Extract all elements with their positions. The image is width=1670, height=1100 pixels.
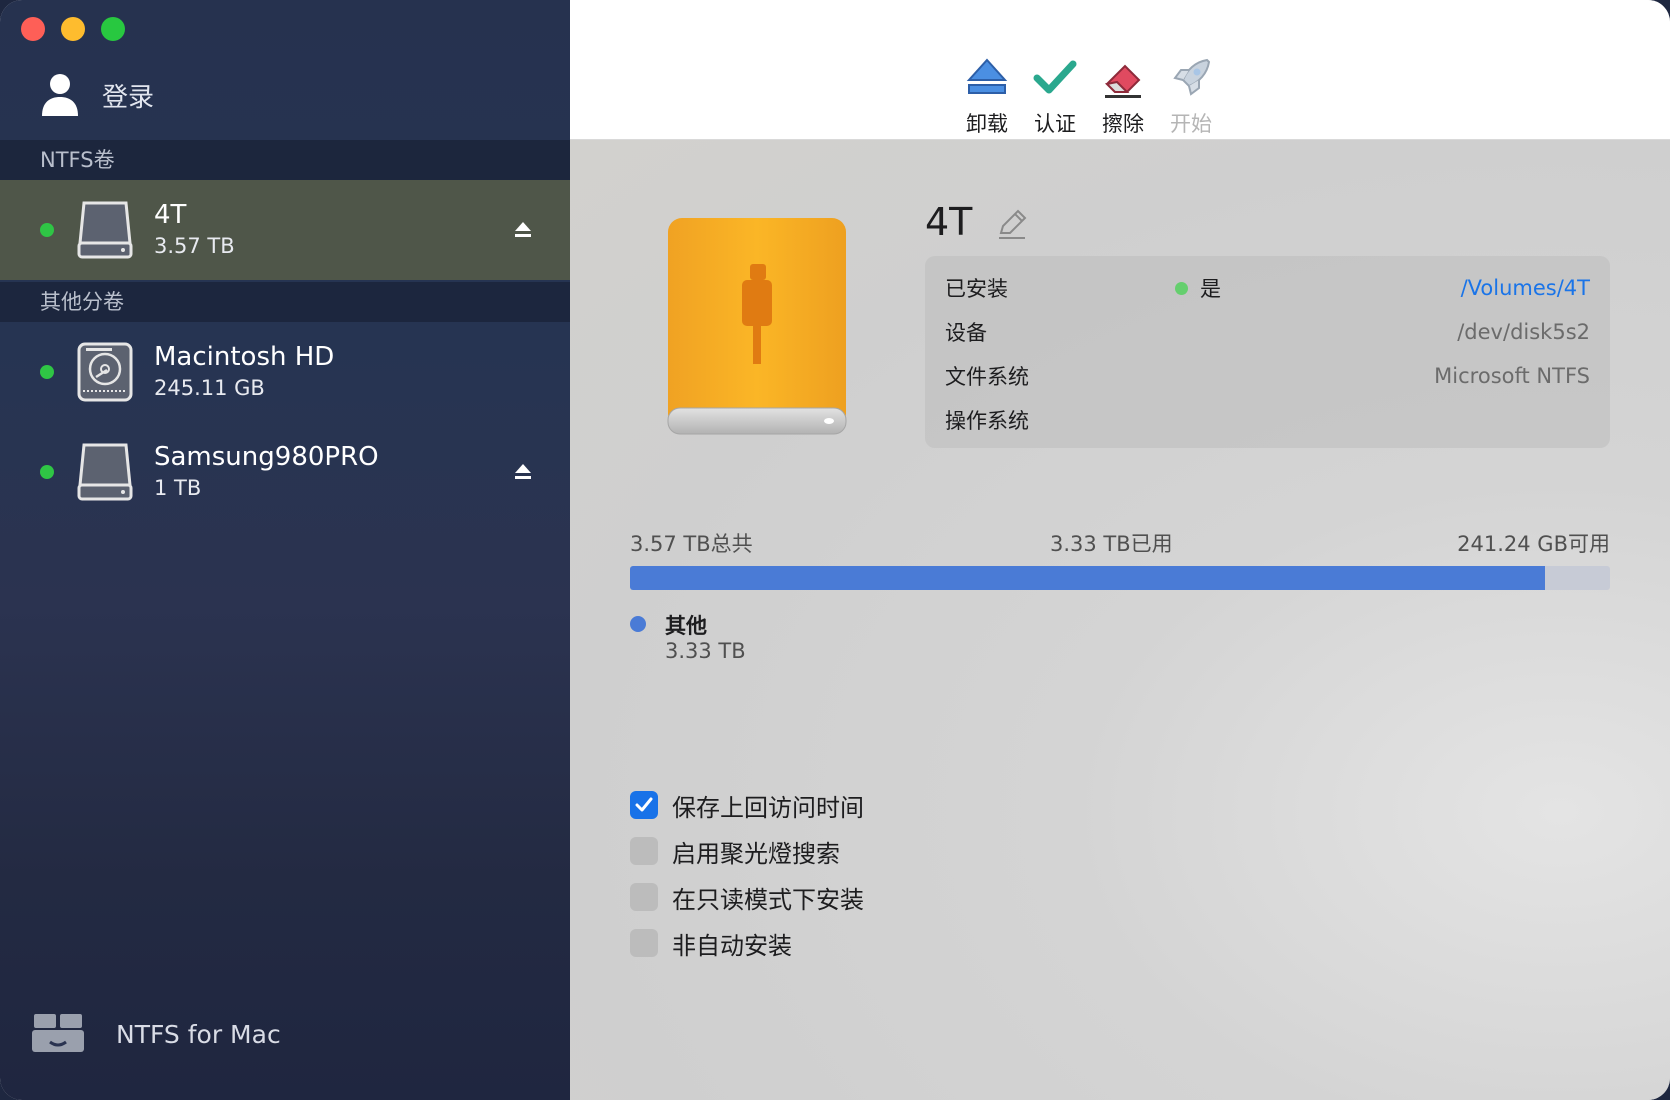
login-button[interactable]: 登录: [40, 72, 154, 118]
verify-label: 认证: [1034, 112, 1076, 136]
verify-button[interactable]: 认证: [1022, 56, 1088, 138]
option-label: 在只读模式下安装: [672, 885, 864, 914]
start-label: 开始: [1170, 112, 1212, 136]
window-controls: [21, 17, 125, 41]
sidebar-volume-samsung980pro[interactable]: Samsung980PRO 1 TB: [0, 422, 570, 522]
external-drive-icon: [77, 201, 133, 259]
checkbox[interactable]: [630, 929, 658, 957]
usage-used: 3.33 TB已用: [1050, 532, 1173, 556]
unmount-label: 卸载: [966, 112, 1008, 136]
mount-options: 保存上回访问时间 启用聚光燈搜索 在只读模式下安装 非自动安装: [630, 782, 864, 966]
checkbox[interactable]: [630, 883, 658, 911]
status-dot: [40, 465, 54, 479]
volume-size: 3.57 TB: [154, 234, 235, 258]
erase-button[interactable]: 擦除: [1090, 56, 1156, 138]
main-panel: 卸载 认证 擦除 开始 4T 已安装 是 /Volumes/4T 设备 /dev…: [570, 0, 1670, 1100]
status-dot: [40, 365, 54, 379]
option-label: 启用聚光燈搜索: [672, 839, 840, 868]
section-header-ntfs: NTFS卷: [0, 140, 570, 180]
info-row-device: 设备 /dev/disk5s2: [945, 310, 1590, 354]
volume-name: Macintosh HD: [154, 342, 335, 372]
start-button[interactable]: 开始: [1158, 56, 1224, 138]
usage-total: 3.57 TB总共: [630, 532, 753, 556]
volume-title: 4T: [925, 200, 973, 244]
option-no-auto-mount[interactable]: 非自动安装: [630, 920, 864, 966]
option-label: 非自动安装: [672, 931, 792, 960]
login-label: 登录: [102, 82, 155, 113]
usage-bar: [630, 566, 1610, 590]
close-window-button[interactable]: [21, 17, 45, 41]
device-label: 设备: [945, 321, 987, 345]
user-icon: [42, 74, 78, 116]
device-value: /dev/disk5s2: [1457, 320, 1590, 344]
unmount-button[interactable]: 卸载: [954, 56, 1020, 138]
legend-size: 3.33 TB: [665, 639, 746, 663]
zoom-window-button[interactable]: [101, 17, 125, 41]
volume-name: 4T: [154, 200, 187, 230]
mount-path-link[interactable]: /Volumes/4T: [1461, 276, 1590, 300]
checkmark-icon: [1033, 60, 1077, 94]
checkbox[interactable]: [630, 791, 658, 819]
os-label: 操作系统: [945, 409, 1029, 433]
toolbar: 卸载 认证 擦除 开始: [570, 0, 1670, 140]
volume-name: Samsung980PRO: [154, 442, 379, 472]
option-label: 保存上回访问时间: [672, 793, 864, 822]
status-dot: [40, 223, 54, 237]
volume-detail: 4T 已安装 是 /Volumes/4T 设备 /dev/disk5s2 文件系…: [570, 140, 1670, 1100]
volume-size: 1 TB: [154, 476, 202, 500]
usage-labels: 3.57 TB总共 3.33 TB已用 241.24 GB可用: [630, 528, 1610, 558]
filesystem-label: 文件系统: [945, 365, 1029, 389]
sidebar-volume-macintosh-hd[interactable]: Macintosh HD 245.11 GB: [0, 322, 570, 422]
drives-stack-icon: [32, 1014, 84, 1052]
info-row-os: 操作系统: [945, 398, 1590, 442]
usage-free: 241.24 GB可用: [1457, 532, 1610, 556]
mounted-value: 是: [1200, 277, 1221, 301]
usage-bar-fill: [630, 566, 1546, 590]
eject-icon[interactable]: [512, 461, 534, 483]
minimize-window-button[interactable]: [61, 17, 85, 41]
external-drive-icon: [77, 443, 133, 501]
mounted-status-dot: [1175, 281, 1188, 295]
volume-info-table: 已安装 是 /Volumes/4T 设备 /dev/disk5s2 文件系统 M…: [925, 256, 1610, 448]
mounted-indicator: 是: [1175, 273, 1221, 303]
eject-icon: [966, 58, 1008, 94]
section-header-other: 其他分卷: [0, 282, 570, 322]
option-read-only-mount[interactable]: 在只读模式下安装: [630, 874, 864, 920]
option-enable-spotlight[interactable]: 启用聚光燈搜索: [630, 828, 864, 874]
erase-label: 擦除: [1102, 112, 1144, 136]
app-name: NTFS for Mac: [116, 1019, 281, 1049]
volume-size: 245.11 GB: [154, 376, 265, 400]
rocket-icon: [1173, 58, 1211, 96]
app-brand: NTFS for Mac: [30, 1012, 281, 1056]
checkmark-icon: [635, 797, 653, 812]
internal-disk-icon: [77, 342, 133, 402]
sidebar: 登录 NTFS卷 4T 3.57 TB 其他分卷 Macintosh HD 24…: [0, 0, 570, 1100]
info-row-mounted: 已安装 是 /Volumes/4T: [945, 266, 1590, 310]
legend-name: 其他: [665, 614, 707, 638]
info-row-filesystem: 文件系统 Microsoft NTFS: [945, 354, 1590, 398]
option-preserve-access-time[interactable]: 保存上回访问时间: [630, 782, 864, 828]
usb-drive-icon: [667, 218, 847, 435]
legend-color-dot: [630, 616, 646, 632]
pencil-icon[interactable]: [995, 207, 1029, 241]
sidebar-volume-4t[interactable]: 4T 3.57 TB: [0, 180, 570, 280]
eraser-icon: [1104, 64, 1141, 98]
app-window: 登录 NTFS卷 4T 3.57 TB 其他分卷 Macintosh HD 24…: [0, 0, 1670, 1100]
eject-icon[interactable]: [512, 219, 534, 241]
checkbox[interactable]: [630, 837, 658, 865]
mounted-label: 已安装: [945, 277, 1008, 301]
filesystem-value: Microsoft NTFS: [1434, 364, 1590, 388]
